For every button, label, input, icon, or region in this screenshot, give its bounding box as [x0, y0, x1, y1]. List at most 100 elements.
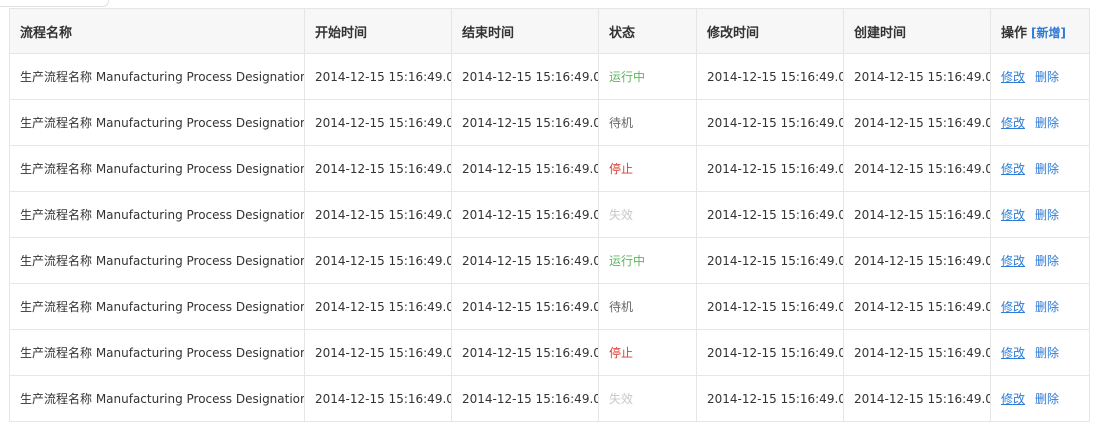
table-row: 生产流程名称 Manufacturing Process Designation… [9, 99, 1090, 146]
cell-end-time: 2014-12-15 15:16:49.0 [451, 145, 599, 192]
cell-modified-time: 2014-12-15 15:16:49.0 [696, 145, 844, 192]
cell-start-time: 2014-12-15 15:16:49.0 [304, 99, 452, 146]
cell-status: 停止 [598, 145, 697, 192]
edit-link[interactable]: 修改 [1001, 300, 1025, 314]
cell-modified-time: 2014-12-15 15:16:49.0 [696, 191, 844, 238]
cell-created-time: 2014-12-15 15:16:49.0 [843, 145, 991, 192]
delete-link[interactable]: 删除 [1035, 162, 1059, 176]
edit-link[interactable]: 修改 [1001, 392, 1025, 406]
cell-process-name: 生产流程名称 Manufacturing Process Designation [9, 375, 305, 422]
table-row: 生产流程名称 Manufacturing Process Designation… [9, 375, 1090, 422]
table-row: 生产流程名称 Manufacturing Process Designation… [9, 329, 1090, 376]
cell-process-name: 生产流程名称 Manufacturing Process Designation [9, 145, 305, 192]
edit-link[interactable]: 修改 [1001, 254, 1025, 268]
status-text: 运行中 [609, 70, 646, 84]
status-text: 停止 [609, 346, 634, 360]
table-body: 生产流程名称 Manufacturing Process Designation… [9, 53, 1090, 422]
cell-process-name: 生产流程名称 Manufacturing Process Designation [9, 99, 305, 146]
table-row: 生产流程名称 Manufacturing Process Designation… [9, 283, 1090, 330]
cell-end-time: 2014-12-15 15:16:49.0 [451, 329, 599, 376]
cell-created-time: 2014-12-15 15:16:49.0 [843, 53, 991, 100]
cell-status: 待机 [598, 283, 697, 330]
table-row: 生产流程名称 Manufacturing Process Designation… [9, 237, 1090, 284]
cell-created-time: 2014-12-15 15:16:49.0 [843, 237, 991, 284]
cell-status: 运行中 [598, 237, 697, 284]
cell-process-name: 生产流程名称 Manufacturing Process Designation [9, 53, 305, 100]
cell-modified-time: 2014-12-15 15:16:49.0 [696, 375, 844, 422]
cell-end-time: 2014-12-15 15:16:49.0 [451, 283, 599, 330]
delete-link[interactable]: 删除 [1035, 300, 1059, 314]
cell-start-time: 2014-12-15 15:16:49.0 [304, 53, 452, 100]
table-header: 流程名称 开始时间 结束时间 状态 修改时间 创建时间 操作 [新增] [9, 8, 1090, 54]
delete-link[interactable]: 删除 [1035, 70, 1059, 84]
status-text: 停止 [609, 162, 634, 176]
top-tab-fragment [0, 0, 109, 7]
cell-start-time: 2014-12-15 15:16:49.0 [304, 191, 452, 238]
edit-link[interactable]: 修改 [1001, 70, 1025, 84]
cell-created-time: 2014-12-15 15:16:49.0 [843, 283, 991, 330]
cell-start-time: 2014-12-15 15:16:49.0 [304, 375, 452, 422]
cell-status: 失效 [598, 191, 697, 238]
cell-modified-time: 2014-12-15 15:16:49.0 [696, 283, 844, 330]
header-row: 流程名称 开始时间 结束时间 状态 修改时间 创建时间 操作 [新增] [9, 8, 1090, 54]
header-created-time: 创建时间 [843, 8, 991, 54]
cell-actions: 修改 删除 [990, 99, 1090, 146]
cell-end-time: 2014-12-15 15:16:49.0 [451, 375, 599, 422]
delete-link[interactable]: 删除 [1035, 392, 1059, 406]
status-text: 失效 [609, 208, 634, 222]
cell-status: 停止 [598, 329, 697, 376]
edit-link[interactable]: 修改 [1001, 346, 1025, 360]
header-actions-label: 操作 [1001, 25, 1028, 41]
header-modified-time: 修改时间 [696, 8, 844, 54]
cell-created-time: 2014-12-15 15:16:49.0 [843, 191, 991, 238]
cell-start-time: 2014-12-15 15:16:49.0 [304, 329, 452, 376]
cell-actions: 修改 删除 [990, 283, 1090, 330]
cell-created-time: 2014-12-15 15:16:49.0 [843, 99, 991, 146]
cell-actions: 修改 删除 [990, 145, 1090, 192]
cell-end-time: 2014-12-15 15:16:49.0 [451, 99, 599, 146]
header-start-time: 开始时间 [304, 8, 452, 54]
header-actions: 操作 [新增] [990, 8, 1090, 54]
cell-created-time: 2014-12-15 15:16:49.0 [843, 329, 991, 376]
delete-link[interactable]: 删除 [1035, 116, 1059, 130]
edit-link[interactable]: 修改 [1001, 208, 1025, 222]
header-end-time: 结束时间 [451, 8, 599, 54]
delete-link[interactable]: 删除 [1035, 346, 1059, 360]
cell-modified-time: 2014-12-15 15:16:49.0 [696, 99, 844, 146]
status-text: 失效 [609, 392, 634, 406]
table-row: 生产流程名称 Manufacturing Process Designation… [9, 145, 1090, 192]
add-new-link[interactable]: [新增] [1031, 26, 1066, 40]
cell-actions: 修改 删除 [990, 53, 1090, 100]
cell-actions: 修改 删除 [990, 191, 1090, 238]
cell-process-name: 生产流程名称 Manufacturing Process Designation [9, 191, 305, 238]
status-text: 运行中 [609, 254, 646, 268]
cell-process-name: 生产流程名称 Manufacturing Process Designation [9, 329, 305, 376]
edit-link[interactable]: 修改 [1001, 162, 1025, 176]
delete-link[interactable]: 删除 [1035, 208, 1059, 222]
cell-end-time: 2014-12-15 15:16:49.0 [451, 53, 599, 100]
cell-actions: 修改 删除 [990, 375, 1090, 422]
cell-modified-time: 2014-12-15 15:16:49.0 [696, 53, 844, 100]
table-row: 生产流程名称 Manufacturing Process Designation… [9, 191, 1090, 238]
cell-actions: 修改 删除 [990, 237, 1090, 284]
cell-actions: 修改 删除 [990, 329, 1090, 376]
cell-end-time: 2014-12-15 15:16:49.0 [451, 191, 599, 238]
cell-status: 运行中 [598, 53, 697, 100]
cell-created-time: 2014-12-15 15:16:49.0 [843, 375, 991, 422]
cell-modified-time: 2014-12-15 15:16:49.0 [696, 329, 844, 376]
status-text: 待机 [609, 116, 634, 130]
page: 流程名称 开始时间 结束时间 状态 修改时间 创建时间 操作 [新增] 生产流程名… [0, 0, 1108, 431]
header-status: 状态 [598, 8, 697, 54]
cell-process-name: 生产流程名称 Manufacturing Process Designation [9, 283, 305, 330]
cell-end-time: 2014-12-15 15:16:49.0 [451, 237, 599, 284]
cell-start-time: 2014-12-15 15:16:49.0 [304, 237, 452, 284]
status-text: 待机 [609, 300, 634, 314]
edit-link[interactable]: 修改 [1001, 116, 1025, 130]
cell-process-name: 生产流程名称 Manufacturing Process Designation [9, 237, 305, 284]
cell-start-time: 2014-12-15 15:16:49.0 [304, 145, 452, 192]
delete-link[interactable]: 删除 [1035, 254, 1059, 268]
process-table: 流程名称 开始时间 结束时间 状态 修改时间 创建时间 操作 [新增] 生产流程名… [9, 8, 1090, 422]
table-row: 生产流程名称 Manufacturing Process Designation… [9, 53, 1090, 100]
cell-modified-time: 2014-12-15 15:16:49.0 [696, 237, 844, 284]
cell-start-time: 2014-12-15 15:16:49.0 [304, 283, 452, 330]
